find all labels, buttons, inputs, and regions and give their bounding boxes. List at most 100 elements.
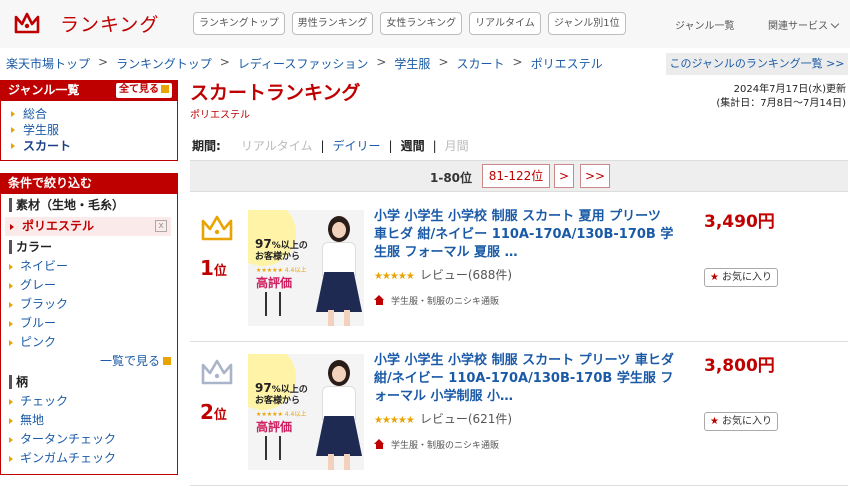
breadcrumb-item[interactable]: 学生服 — [394, 55, 430, 72]
model-face — [332, 222, 346, 238]
material-group-label: 素材（生地・毛糸） — [9, 198, 177, 212]
shop-house-icon — [374, 439, 385, 449]
sidebar: ジャンル一覧 全て見る 総合 学生服 スカート 条件で絞り込む 素材（生地・毛糸… — [0, 80, 178, 475]
thumb-pct: 97 — [255, 381, 272, 395]
pattern-item-tartan[interactable]: タータンチェック — [9, 430, 177, 449]
nav-male-ranking[interactable]: 男性ランキング — [291, 12, 374, 35]
breadcrumb-item[interactable]: ポリエステル — [531, 55, 603, 72]
remove-filter-icon[interactable]: x — [155, 220, 167, 232]
header-nav: ランキングトップ 男性ランキング 女性ランキング リアルタイム ジャンル別1位 — [193, 12, 626, 35]
rank-number: 2位 — [200, 400, 227, 424]
see-all-button[interactable]: 全て見る — [116, 83, 172, 98]
product-price: 3,490円 — [704, 212, 775, 232]
ranking-brand[interactable]: ランキング — [60, 10, 159, 37]
period-weekly: 週間 — [400, 139, 425, 153]
gold-crown-icon — [201, 215, 233, 241]
nav-genre-first[interactable]: ジャンル別1位 — [547, 12, 626, 35]
review-summary[interactable]: ★★★★★ レビュー(688件) — [374, 266, 512, 283]
favorite-label: お気に入り — [721, 416, 772, 427]
nav-female-ranking[interactable]: 女性ランキング — [380, 12, 463, 35]
shop-name: 学生服・制服のニシキ通販 — [391, 441, 500, 451]
review-stars-icon: ★★★★★ — [374, 415, 415, 426]
review-summary[interactable]: ★★★★★ レビュー(621件) — [374, 410, 512, 427]
thumb-rating-text: 97%以上の お客様から — [255, 237, 308, 263]
breadcrumb-separator: > — [219, 55, 230, 69]
breadcrumb-item[interactable]: ランキングトップ — [116, 55, 212, 72]
product-thumbnail[interactable]: 97%以上の お客様から ★★★★★ 4.4以上 高評価 — [248, 210, 364, 326]
thumb-pct-line: %以上の — [271, 385, 308, 395]
breadcrumb-item[interactable]: レディースファッション — [238, 55, 369, 72]
genre-item-uniform[interactable]: 学生服 — [10, 122, 177, 138]
nav-realtime[interactable]: リアルタイム — [469, 12, 541, 35]
period-label: 期間: — [192, 139, 221, 153]
thumb-badge: 高評価 — [256, 276, 293, 290]
model-skirt — [316, 272, 362, 312]
page-subtitle: ポリエステル — [190, 110, 250, 121]
genre-list-link[interactable]: ジャンル一覧 — [675, 17, 735, 32]
model-skirt — [316, 416, 362, 456]
filter-title: 条件で絞り込む — [8, 176, 93, 190]
thumb-stars: ★★★★★ 4.4以上 — [256, 267, 307, 274]
color-list: ネイビー グレー ブラック ブルー ピンク — [9, 257, 177, 352]
arrow-box-icon — [163, 357, 171, 365]
review-count: レビュー(688件) — [419, 268, 513, 282]
breadcrumb-item[interactable]: スカート — [457, 55, 505, 72]
shop-house-icon — [374, 295, 385, 305]
breadcrumb: 楽天市場トップ > ランキングトップ > レディースファッション > 学生服 > スカー… — [6, 55, 603, 72]
review-stars-icon: ★★★★★ — [374, 271, 415, 282]
pager-next-range[interactable]: 81-122位 — [482, 164, 550, 188]
model-legs — [328, 310, 350, 326]
genre-item-all[interactable]: 総合 — [10, 106, 177, 122]
color-item-black[interactable]: ブラック — [9, 295, 177, 314]
crown-logo-icon[interactable] — [12, 8, 42, 38]
thumb-pct-line: %以上の — [271, 241, 308, 251]
pattern-item-check[interactable]: チェック — [9, 392, 177, 411]
color-item-blue[interactable]: ブルー — [9, 314, 177, 333]
color-more-link[interactable]: 一覧で見る — [9, 352, 177, 371]
shop-link[interactable]: 学生服・制服のニシキ通販 — [374, 294, 499, 307]
pagination: 1-80位 81-122位 > >> — [190, 160, 848, 192]
selected-filter-polyester[interactable]: ポリエステル x — [5, 217, 171, 236]
ranking-item: 2位 97%以上の お客様から ★★★★★ 4.4以上 高評価 小学 小学生 小学… — [190, 343, 848, 486]
thumb-line2: お客様から — [255, 396, 301, 406]
pattern-item-gingham[interactable]: ギンガムチェック — [9, 449, 177, 468]
model-face — [332, 366, 346, 382]
chevron-down-icon — [830, 19, 840, 29]
ranking-item: 1位 97%以上の お客様から ★★★★★ 4.4以上 高評価 小学 小学生 小学… — [190, 199, 848, 342]
favorite-button[interactable]: ★ お気に入り — [704, 268, 778, 287]
shop-link[interactable]: 学生服・制服のニシキ通販 — [374, 438, 499, 451]
genre-list: 総合 学生服 スカート — [0, 101, 178, 161]
color-item-navy[interactable]: ネイビー — [9, 257, 177, 276]
product-name-link[interactable]: 小学 小学生 小学校 制服 スカート 夏用 プリーツ 車ヒダ 紺/ネイビー 11… — [374, 208, 674, 262]
pager-next-button[interactable]: > — [554, 164, 574, 188]
color-item-gray[interactable]: グレー — [9, 276, 177, 295]
related-services-menu[interactable]: 関連サービス — [768, 17, 840, 32]
skirt-hanger-illustration — [265, 436, 281, 460]
see-all-label: 全て見る — [119, 84, 159, 95]
genre-ranking-list-link[interactable]: このジャンルのランキング一覧 >> — [666, 53, 848, 75]
product-name-link[interactable]: 小学 小学生 小学校 制服 スカート プリーツ 車ヒダ 紺/ネイビー 110A-… — [374, 352, 674, 406]
favorite-button[interactable]: ★ お気に入り — [704, 412, 778, 431]
update-info: 2024年7月17日(水)更新 (集計日：7月8日〜7月14日) — [716, 83, 846, 111]
shop-name: 学生服・制服のニシキ通販 — [391, 297, 500, 307]
pager-last-button[interactable]: >> — [580, 164, 610, 188]
model-blouse — [322, 386, 356, 420]
thumb-rating-text: 97%以上の お客様から — [255, 381, 308, 407]
pattern-item-plain[interactable]: 無地 — [9, 411, 177, 430]
product-thumbnail[interactable]: 97%以上の お客様から ★★★★★ 4.4以上 高評価 — [248, 354, 364, 470]
top-header: ランキング ランキングトップ 男性ランキング 女性ランキング リアルタイム ジャ… — [0, 0, 850, 48]
thumb-pct: 97 — [255, 237, 272, 251]
rank-suffix: 位 — [213, 408, 227, 423]
nav-ranking-top[interactable]: ランキングトップ — [193, 12, 285, 35]
breadcrumb-item[interactable]: 楽天市場トップ — [6, 55, 90, 72]
pattern-list: チェック 無地 タータンチェック ギンガムチェック — [9, 392, 177, 468]
period-daily[interactable]: デイリー — [333, 137, 381, 154]
pattern-group-label: 柄 — [9, 375, 177, 389]
model-legs — [328, 454, 350, 470]
period-monthly: 月間 — [444, 139, 469, 153]
thumb-stars: ★★★★★ 4.4以上 — [256, 411, 307, 418]
genre-item-skirt[interactable]: スカート — [10, 138, 177, 154]
color-item-pink[interactable]: ピンク — [9, 333, 177, 352]
thumb-badge: 高評価 — [256, 420, 293, 434]
silver-crown-icon — [201, 359, 233, 385]
